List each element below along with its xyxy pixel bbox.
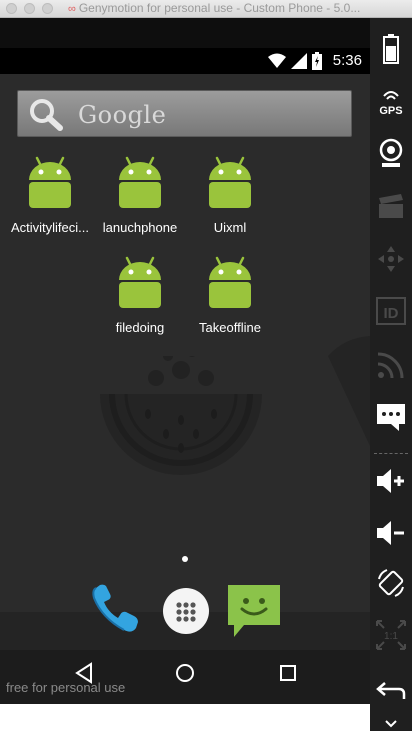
wifi-icon [268,53,286,68]
gps-label: GPS [379,105,402,116]
google-brand-label: Google [78,101,167,129]
app-lanuchphone[interactable]: lanuchphone [95,156,185,246]
android-app-icon [29,156,71,208]
pixel-perfect-icon: 1:1 [376,620,406,650]
watermelon-wallpaper-icon [100,356,262,475]
android-app-icon [119,156,161,208]
pixel-perfect-label: 1:1 [384,631,398,642]
app-activitylifecycle[interactable]: Activitylifeci... [5,156,95,246]
pixel-perfect-button[interactable]: 1:1 [374,618,408,652]
personal-use-watermark: free for personal use [6,680,126,695]
app-drawer-icon [176,602,196,622]
app-filedoing[interactable]: filedoing [95,256,185,346]
genymotion-logo-icon: ∞ [68,3,76,15]
network-icon [377,352,404,379]
status-clock: 5:36 [332,52,362,69]
search-icon [30,99,63,131]
battery-icon [312,52,322,70]
volume-down-button[interactable] [374,516,408,550]
battery-widget-icon [383,34,399,64]
device-id-label: ID [384,305,399,322]
app-uixml[interactable]: Uixml [185,156,275,246]
emulator-top-strip [0,18,370,48]
camera-widget-icon [379,138,403,167]
window-minimize-button[interactable] [24,3,35,14]
status-bar: 5:36 [0,48,370,74]
toolbar-divider [374,453,408,458]
rotate-icon [378,569,404,597]
camera-widget-button[interactable] [374,136,408,170]
home-icon[interactable] [174,662,196,684]
volume-down-icon [377,521,404,545]
device-id-button[interactable]: ID [374,294,408,328]
phone-icon[interactable] [88,582,146,638]
recents-icon[interactable] [278,662,298,684]
window-close-button[interactable] [6,3,17,14]
page-indicator [182,556,188,562]
device-screen: 5:36 Google Activitylifeci... lanuchphon… [0,18,370,704]
window-bottom-edge [0,704,370,731]
gps-widget-icon: GPS [379,91,403,116]
volume-up-button[interactable] [374,464,408,498]
chevron-down-icon[interactable] [385,720,397,728]
app-label: lanuchphone [102,220,178,235]
window-zoom-button[interactable] [42,3,53,14]
battery-widget-button[interactable] [374,32,408,66]
android-app-icon [209,256,251,308]
app-takeoffline[interactable]: Takeoffline [185,256,275,346]
app-label: Uixml [213,220,247,235]
back-icon [376,682,406,699]
watermelon-slice-wallpaper-icon [328,336,370,446]
capture-button[interactable] [374,190,408,224]
android-app-icon [209,156,251,208]
volume-up-icon [377,469,404,493]
app-label: Activitylifeci... [10,220,89,235]
signal-icon [291,53,307,69]
device-id-icon: ID [376,297,406,325]
remote-control-icon [378,246,404,272]
window-title-text: Genymotion for personal use - Custom Pho… [78,1,361,15]
app-label: Takeoffline [199,320,261,335]
app-drawer-button[interactable] [163,588,209,634]
window-titlebar: ∞ Genymotion for personal use - Custom Ph… [0,0,412,18]
capture-icon [379,194,403,218]
sms-button[interactable] [374,400,408,434]
app-label: filedoing [115,320,165,335]
window-title: ∞ Genymotion for personal use - Custom Ph… [68,1,360,15]
gps-widget-button[interactable]: GPS [374,84,408,118]
messaging-icon[interactable] [226,583,282,639]
network-button[interactable] [374,348,408,382]
navigation-bar [0,650,370,704]
android-app-icon [119,256,161,308]
sms-icon [377,404,405,431]
remote-control-button[interactable] [374,242,408,276]
rotate-button[interactable] [374,566,408,600]
genymotion-toolbar: GPS ID 1:1 [370,18,412,731]
google-search-bar[interactable]: Google [17,90,352,137]
toolbar-back-button[interactable] [374,674,408,708]
